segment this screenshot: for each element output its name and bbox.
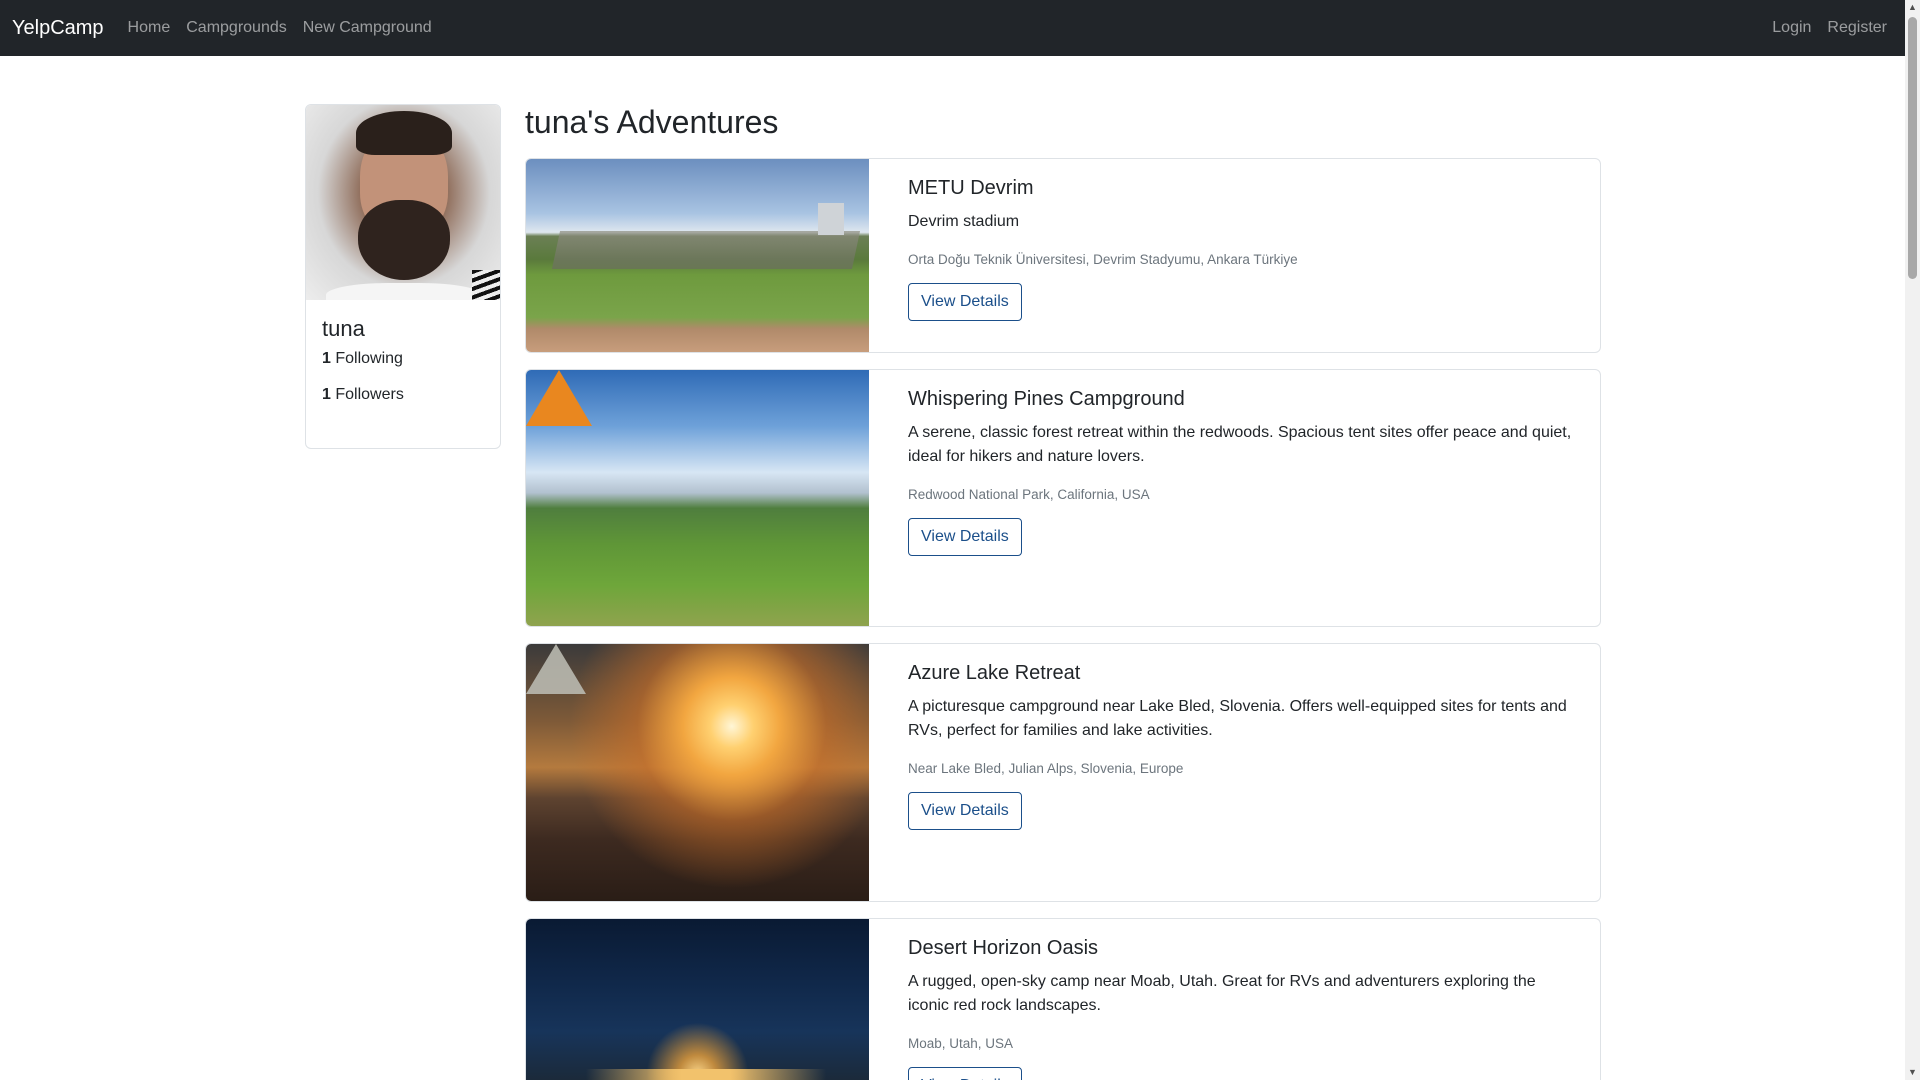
view-details-button[interactable]: View Details bbox=[908, 283, 1022, 321]
page-scrollbar[interactable]: ▲ ▼ bbox=[1905, 0, 1920, 1080]
followers-count: 1 bbox=[322, 386, 331, 403]
following-label: Following bbox=[335, 350, 403, 367]
campground-description: Devrim stadium bbox=[908, 213, 1020, 230]
stadium-building-shape bbox=[818, 203, 844, 235]
tent-shape bbox=[526, 370, 592, 426]
view-details-button[interactable]: View Details bbox=[908, 792, 1022, 830]
avatar-beard-shape bbox=[358, 200, 450, 280]
campground-title: Desert Horizon Oasis bbox=[908, 937, 1099, 959]
campground-body: Whispering Pines Campground A serene, cl… bbox=[869, 370, 1600, 626]
view-details-button[interactable]: View Details bbox=[908, 518, 1022, 556]
campground-card: Desert Horizon Oasis A rugged, open-sky … bbox=[525, 918, 1601, 1080]
followers-stat[interactable]: 1 Followers bbox=[322, 386, 484, 404]
profile-avatar bbox=[306, 105, 500, 300]
nav-register-link[interactable]: Register bbox=[1827, 19, 1887, 37]
nav-campgrounds-link[interactable]: Campgrounds bbox=[186, 19, 287, 37]
view-details-button[interactable]: View Details bbox=[908, 1067, 1022, 1080]
nav-new-campground-link[interactable]: New Campground bbox=[303, 19, 432, 37]
navbar: YelpCamp Home Campgrounds New Campground… bbox=[0, 0, 1905, 56]
stadium-stand-shape bbox=[551, 231, 861, 269]
campground-title: Azure Lake Retreat bbox=[908, 662, 1081, 684]
brand-link[interactable]: YelpCamp bbox=[12, 17, 104, 40]
campground-description: A picturesque campground near Lake Bled,… bbox=[908, 698, 1567, 739]
profile-body: tuna 1 Following 1 Followers bbox=[306, 300, 500, 438]
campground-image bbox=[526, 370, 869, 626]
scrollbar-thumb[interactable] bbox=[1908, 17, 1917, 279]
avatar-stripes-shape bbox=[472, 270, 500, 300]
following-count: 1 bbox=[322, 350, 331, 367]
campground-body: Desert Horizon Oasis A rugged, open-sky … bbox=[869, 919, 1600, 1080]
campground-location: Moab, Utah, USA bbox=[908, 1036, 1014, 1051]
campground-location: Orta Doğu Teknik Üniversitesi, Devrim St… bbox=[908, 252, 1298, 267]
campground-card: Whispering Pines Campground A serene, cl… bbox=[525, 369, 1601, 627]
avatar-hair-shape bbox=[356, 111, 452, 155]
scroll-up-arrow-icon[interactable]: ▲ bbox=[1905, 0, 1920, 15]
campground-card: Azure Lake Retreat A picturesque campgro… bbox=[525, 643, 1601, 902]
page-title: tuna's Adventures bbox=[525, 104, 779, 140]
nav-home-link[interactable]: Home bbox=[128, 19, 171, 37]
campground-body: Azure Lake Retreat A picturesque campgro… bbox=[869, 644, 1600, 901]
tent-shape bbox=[526, 644, 586, 694]
nav-right: Login Register bbox=[1756, 19, 1893, 37]
scroll-down-arrow-icon[interactable]: ▼ bbox=[1905, 1065, 1920, 1080]
campground-title: METU Devrim bbox=[908, 177, 1034, 199]
profile-name: tuna bbox=[322, 316, 365, 341]
campground-location: Redwood National Park, California, USA bbox=[908, 487, 1150, 502]
nav-login-link[interactable]: Login bbox=[1772, 19, 1811, 37]
following-stat[interactable]: 1 Following bbox=[322, 350, 484, 368]
campground-description: A rugged, open-sky camp near Moab, Utah.… bbox=[908, 973, 1536, 1014]
campground-image bbox=[526, 644, 869, 901]
camp-lights-shape bbox=[586, 1069, 826, 1080]
avatar-shirt-shape bbox=[326, 283, 482, 300]
campground-description: A serene, classic forest retreat within … bbox=[908, 424, 1572, 465]
campground-image bbox=[526, 919, 869, 1080]
campground-image bbox=[526, 159, 869, 352]
campground-body: METU Devrim Devrim stadium Orta Doğu Tek… bbox=[869, 159, 1322, 352]
followers-label: Followers bbox=[335, 386, 404, 403]
campground-location: Near Lake Bled, Julian Alps, Slovenia, E… bbox=[908, 761, 1184, 776]
profile-card: tuna 1 Following 1 Followers bbox=[305, 104, 501, 449]
campground-title: Whispering Pines Campground bbox=[908, 388, 1185, 410]
campground-card: METU Devrim Devrim stadium Orta Doğu Tek… bbox=[525, 158, 1601, 353]
